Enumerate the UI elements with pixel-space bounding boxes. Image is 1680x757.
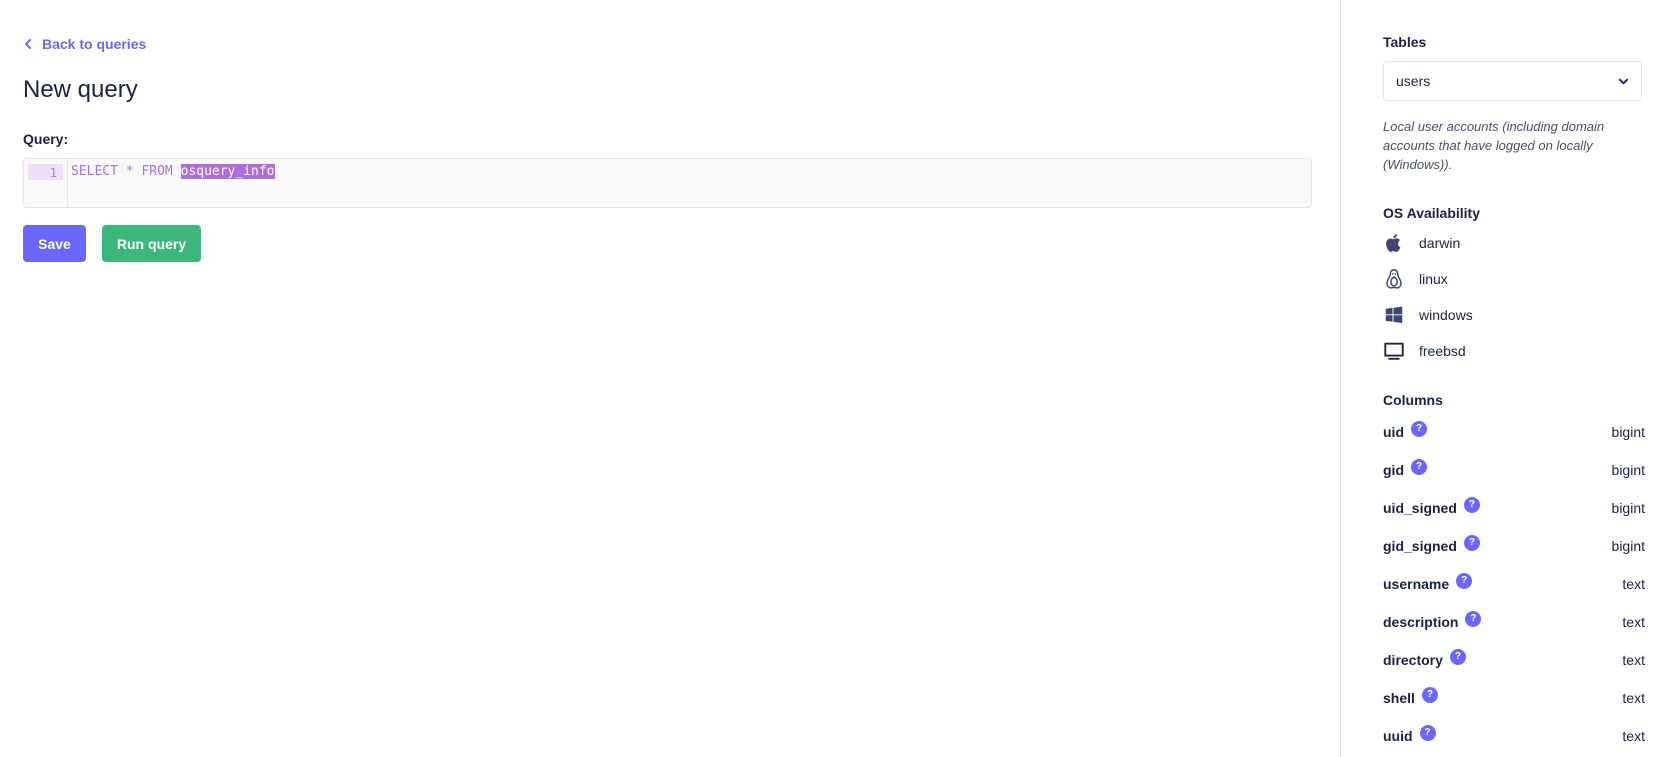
table-sidebar: Tables users Local user accounts (includ… (1340, 0, 1680, 757)
column-type: bigint (1611, 500, 1645, 516)
column-type: text (1622, 652, 1645, 668)
code-keyword-from: FROM (141, 164, 173, 179)
help-icon[interactable]: ? (1449, 648, 1466, 665)
column-name: description (1383, 614, 1459, 630)
table-select-value: users (1396, 73, 1431, 89)
editor-gutter: 1 (24, 159, 68, 207)
monitor-icon (1384, 342, 1404, 360)
column-name: gid (1383, 462, 1404, 478)
column-type: text (1622, 614, 1645, 630)
help-icon[interactable]: ? (1456, 572, 1473, 589)
table-select[interactable]: users (1383, 61, 1642, 101)
column-type: text (1622, 728, 1645, 744)
linux-penguin-icon (1386, 269, 1402, 289)
column-row: uuid? text (1383, 717, 1645, 755)
code-star: * (125, 164, 134, 179)
column-row: uid? bigint (1383, 413, 1645, 451)
help-icon[interactable]: ? (1463, 496, 1480, 513)
column-name: shell (1383, 690, 1415, 706)
query-editor[interactable]: 1 SELECT * FROM osquery_info (23, 158, 1312, 208)
column-type: text (1622, 576, 1645, 592)
os-item-linux: linux (1383, 261, 1473, 297)
column-name: gid_signed (1383, 538, 1457, 554)
chevron-down-icon (1618, 78, 1629, 84)
column-type: text (1622, 690, 1645, 706)
column-row: description? text (1383, 603, 1645, 641)
column-row: username? text (1383, 565, 1645, 603)
help-icon[interactable]: ? (1411, 420, 1427, 437)
help-icon[interactable]: ? (1465, 610, 1482, 627)
column-row: shell? text (1383, 679, 1645, 717)
os-availability-list: darwin linux windows freebsd (1383, 225, 1473, 369)
column-row: gid_signed? bigint (1383, 527, 1645, 565)
windows-icon (1385, 306, 1403, 324)
column-name: uid (1383, 424, 1404, 440)
column-row: directory? text (1383, 641, 1645, 679)
help-icon[interactable]: ? (1419, 724, 1436, 741)
run-query-button[interactable]: Run query (102, 225, 201, 262)
save-button[interactable]: Save (23, 225, 86, 262)
apple-icon (1386, 234, 1401, 252)
column-type: bigint (1611, 462, 1645, 478)
table-description: Local user accounts (including domain ac… (1383, 119, 1605, 172)
tables-heading: Tables (1383, 34, 1427, 50)
os-item-darwin: darwin (1383, 225, 1473, 261)
os-availability-heading: OS Availability (1383, 205, 1480, 221)
os-label: darwin (1419, 235, 1461, 251)
column-type: bigint (1611, 424, 1645, 440)
os-label: freebsd (1419, 343, 1466, 359)
os-item-windows: windows (1383, 297, 1473, 333)
back-to-queries-link[interactable]: Back to queries (23, 36, 146, 52)
main-panel: Back to queries New query Query: 1 SELEC… (0, 0, 1340, 757)
columns-list: uid? bigint gid? bigint uid_signed? bigi… (1383, 413, 1645, 755)
code-table-token: osquery_info (180, 164, 275, 179)
column-name: username (1383, 576, 1450, 592)
column-name: directory (1383, 652, 1443, 668)
os-item-freebsd: freebsd (1383, 333, 1473, 369)
line-number: 1 (28, 164, 63, 180)
os-label: linux (1419, 271, 1448, 287)
query-label: Query: (23, 131, 69, 147)
columns-heading: Columns (1383, 392, 1443, 408)
column-name: uuid (1383, 728, 1413, 744)
column-type: bigint (1611, 538, 1645, 554)
help-icon[interactable]: ? (1463, 534, 1480, 551)
help-icon[interactable]: ? (1411, 458, 1427, 475)
chevron-left-icon (25, 39, 31, 49)
code-keyword-select: SELECT (71, 164, 118, 179)
column-row: uid_signed? bigint (1383, 489, 1645, 527)
os-label: windows (1419, 307, 1473, 323)
column-name: uid_signed (1383, 500, 1457, 516)
back-link-label: Back to queries (42, 36, 147, 52)
help-icon[interactable]: ? (1421, 686, 1438, 703)
page-title: New query (23, 76, 138, 103)
code-line[interactable]: SELECT * FROM osquery_info (68, 159, 275, 207)
column-row: gid? bigint (1383, 451, 1645, 489)
